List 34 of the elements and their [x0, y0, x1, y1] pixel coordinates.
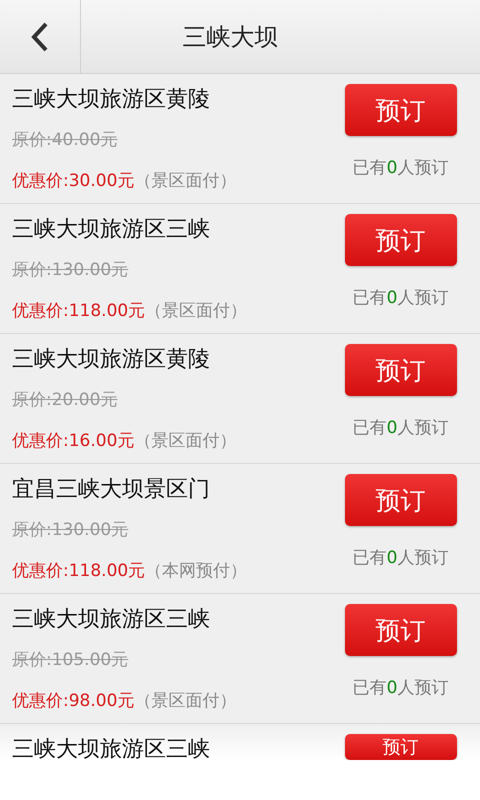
discount-price: 优惠价:118.00元 — [12, 301, 146, 321]
ticket-name: 宜昌三峡大坝景区门 — [12, 476, 211, 504]
original-price: 原价:20.00元 — [12, 389, 118, 411]
booking-count: 已有0人预订 — [352, 677, 448, 699]
payment-note: （景区面付） — [145, 301, 248, 321]
page-title: 三峡大坝 — [182, 22, 280, 52]
book-button[interactable]: 预订 — [344, 214, 456, 266]
ticket-name: 三峡大坝旅游区黄陵 — [12, 346, 211, 374]
payment-note: （景区面付） — [134, 431, 236, 451]
discount-price: 优惠价:98.00元 — [12, 691, 134, 711]
book-button[interactable]: 预订 — [344, 734, 456, 760]
book-button[interactable]: 预订 — [344, 474, 456, 526]
payment-note: （本网预付） — [145, 561, 248, 581]
discount-price: 优惠价:30.00元 — [12, 171, 134, 191]
book-button[interactable]: 预订 — [344, 604, 456, 656]
ticket-name: 三峡大坝旅游区三峡 — [12, 606, 211, 634]
original-price: 原价:130.00元 — [12, 519, 130, 541]
original-price: 原价:40.00元 — [12, 129, 118, 151]
original-price: 原价:130.00元 — [12, 259, 130, 281]
payment-note: （景区面付） — [134, 171, 236, 191]
ticket-name: 三峡大坝旅游区三峡 — [12, 216, 211, 244]
payment-note: （景区面付） — [134, 691, 236, 711]
book-button[interactable]: 预订 — [344, 344, 456, 396]
original-price: 原价:105.00元 — [12, 649, 130, 671]
discount-price: 优惠价:118.00元 — [12, 561, 146, 581]
booking-count: 已有0人预订 — [352, 287, 448, 309]
book-button[interactable]: 预订 — [344, 84, 456, 136]
booking-count: 已有0人预订 — [352, 157, 448, 179]
discount-price: 优惠价:16.00元 — [12, 431, 134, 451]
back-icon — [31, 22, 49, 52]
booking-count: 已有0人预订 — [352, 547, 448, 569]
booking-count: 已有0人预订 — [352, 417, 448, 439]
ticket-name: 三峡大坝旅游区黄陵 — [12, 86, 211, 114]
ticket-name: 三峡大坝旅游区三峡 — [12, 736, 211, 760]
